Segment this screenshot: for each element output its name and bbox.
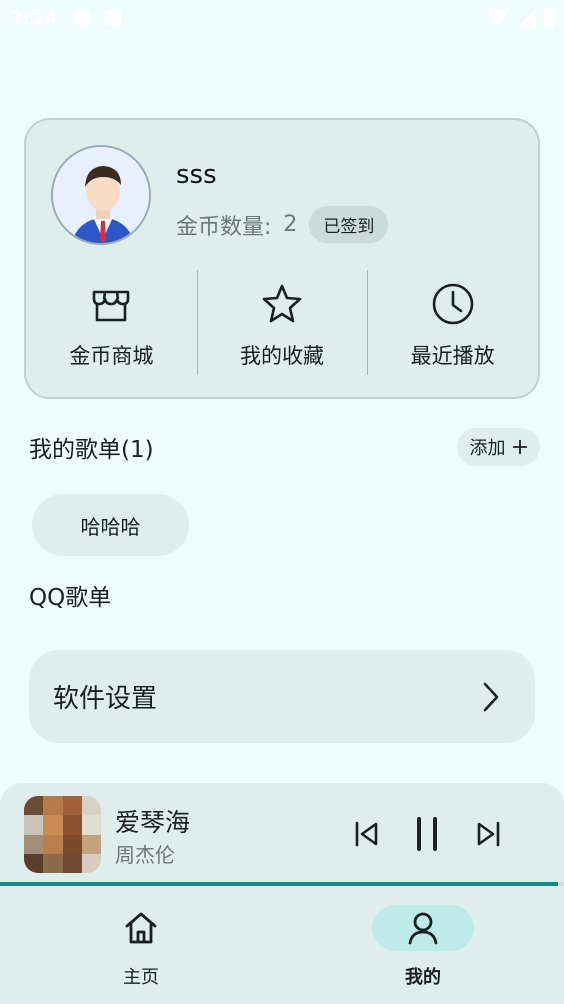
quick-actions: 金币商城 我的收藏 最近播放: [26, 270, 538, 375]
status-time: 3:14: [10, 7, 59, 29]
avatar-person-icon: [53, 147, 149, 243]
wifi-icon: [486, 9, 510, 27]
nav-item-home[interactable]: 主页: [0, 886, 282, 1004]
chevron-right-icon: [483, 682, 499, 711]
my-playlists-title: 我的歌单(1): [29, 437, 154, 463]
action-favorites[interactable]: 我的收藏: [196, 270, 368, 375]
action-label: 金币商城: [69, 344, 154, 368]
notification-dot-icon: [72, 9, 91, 27]
add-playlist-button[interactable]: 添加: [457, 428, 540, 466]
album-art[interactable]: [24, 796, 101, 873]
playlist-chip[interactable]: 哈哈哈: [32, 494, 189, 556]
notification-app-icon: [104, 10, 121, 26]
mini-player[interactable]: 爱琴海 周杰伦: [0, 783, 564, 883]
coins-row: 金币数量: 2 已签到: [176, 206, 389, 243]
action-label: 最近播放: [410, 344, 495, 368]
nav-icon-wrap: [90, 905, 192, 951]
settings-label: 软件设置: [53, 684, 158, 714]
checkin-badge[interactable]: 已签到: [309, 206, 389, 243]
action-recent-plays[interactable]: 最近播放: [367, 270, 538, 375]
add-label: 添加: [469, 438, 506, 459]
song-title: 爱琴海: [115, 808, 191, 837]
coins-label: 金币数量:: [176, 214, 272, 240]
battery-icon: [544, 9, 554, 27]
profile-card: sss 金币数量: 2 已签到 金币商城 我的收藏 最近播放: [24, 118, 540, 399]
action-coin-store[interactable]: 金币商城: [26, 270, 197, 375]
nav-label-mine: 我的: [405, 967, 441, 988]
status-bar: 3:14: [0, 0, 564, 36]
pause-icon: [417, 817, 437, 851]
username: sss: [176, 160, 217, 190]
action-label: 我的收藏: [240, 344, 324, 368]
star-icon: [262, 284, 302, 323]
skip-previous-icon: [355, 821, 378, 847]
nav-item-mine[interactable]: 我的: [282, 886, 564, 1004]
previous-button[interactable]: [349, 813, 385, 855]
qq-playlists-title: QQ歌单: [29, 585, 112, 611]
bottom-nav: 主页 我的: [0, 886, 564, 1004]
person-icon: [408, 912, 438, 945]
clock-icon: [432, 283, 473, 325]
avatar[interactable]: [51, 145, 151, 245]
plus-icon: [512, 440, 527, 454]
skip-next-icon: [477, 821, 500, 847]
nav-label-home: 主页: [123, 967, 159, 988]
nav-icon-wrap-active: [372, 905, 474, 951]
pause-button[interactable]: [409, 813, 445, 855]
song-artist: 周杰伦: [115, 843, 175, 867]
home-icon: [125, 912, 157, 944]
next-button[interactable]: [470, 813, 506, 855]
store-icon: [93, 290, 130, 322]
coins-value: 2: [283, 212, 298, 237]
settings-row[interactable]: 软件设置: [29, 650, 535, 743]
signal-icon: [518, 9, 536, 27]
